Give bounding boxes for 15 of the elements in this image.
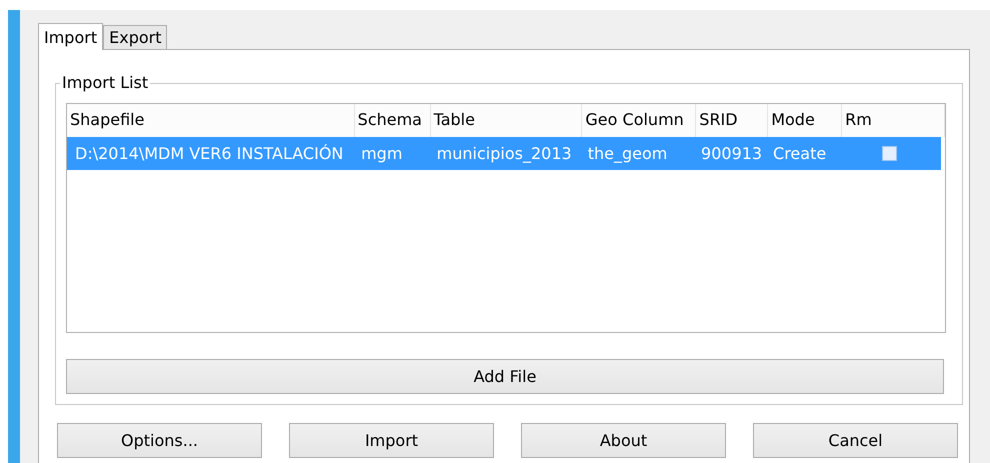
table-cell-text: the_geom	[586, 143, 668, 165]
dialog-button[interactable]: Cancel	[753, 423, 958, 458]
tab[interactable]: Export	[103, 25, 168, 49]
table-cell-text: Create	[772, 143, 828, 165]
dialog-button[interactable]: About	[521, 423, 726, 458]
table-cell-text: 900913	[700, 143, 764, 165]
tab[interactable]: Import	[38, 23, 104, 50]
add-file-button[interactable]: Add File	[66, 359, 944, 394]
table-cell-text: municipios_2013	[436, 143, 573, 165]
dialog-button[interactable]: Import	[289, 423, 494, 458]
group-title: Import List	[60, 73, 150, 93]
table-cell-text: D:\2014\MDM VER6 INSTALACIÓN	[74, 143, 344, 165]
table-cell-text: mgm	[360, 143, 404, 165]
dialog-button[interactable]: Options...	[57, 423, 262, 458]
remove-checkbox[interactable]	[882, 146, 898, 161]
